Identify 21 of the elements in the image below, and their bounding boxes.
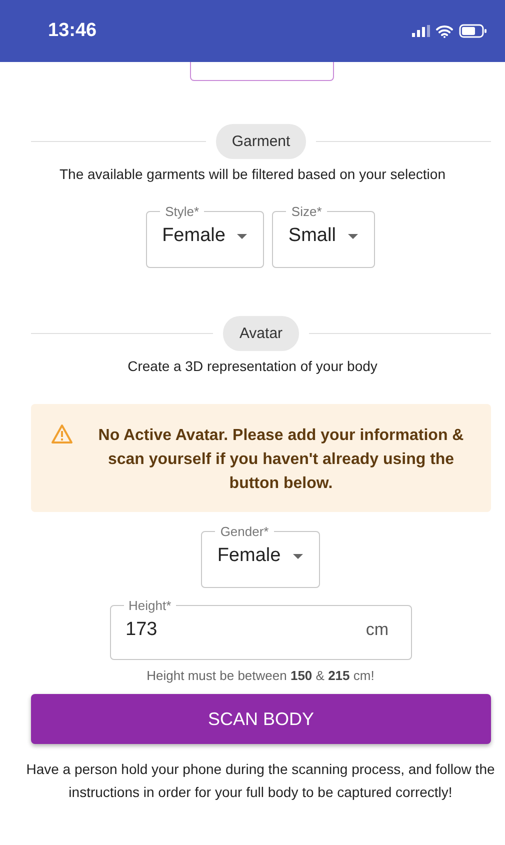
- section-chip: Garment: [216, 124, 306, 159]
- height-field[interactable]: Height* 173 cm: [110, 598, 412, 660]
- gender-select[interactable]: Gender* Female: [201, 524, 320, 588]
- instruction-text: Have a person hold your phone during the scanning process, and follow the instructions in order for your full body to be captured correctly!: [25, 760, 496, 802]
- wifi-icon: [436, 24, 453, 38]
- helper-text: Height must be between 150 & 215 cm!: [146, 668, 376, 683]
- section-chip: Avatar: [223, 316, 299, 351]
- warning-icon: [51, 424, 73, 444]
- battery-icon: [459, 24, 487, 38]
- caret-icon: [348, 234, 358, 238]
- signal-icon: [412, 25, 430, 37]
- alert-message: No Active Avatar. Please add your information & scan yourself if you haven't already using the button below.: [97, 426, 465, 494]
- status-time: 13:46: [48, 20, 97, 42]
- section-description: Create a 3D representation of your body: [126, 358, 378, 374]
- scan-body-button[interactable]: SCAN BODY: [31, 694, 491, 744]
- select-field[interactable]: Style* Female: [146, 204, 264, 268]
- caret-icon: [292, 554, 303, 558]
- outlined-button[interactable]: [190, 62, 334, 81]
- select-field[interactable]: Size* Small: [272, 204, 375, 268]
- section-description: The available garments will be filtered based on your selection: [58, 166, 446, 182]
- caret-icon: [237, 234, 248, 238]
